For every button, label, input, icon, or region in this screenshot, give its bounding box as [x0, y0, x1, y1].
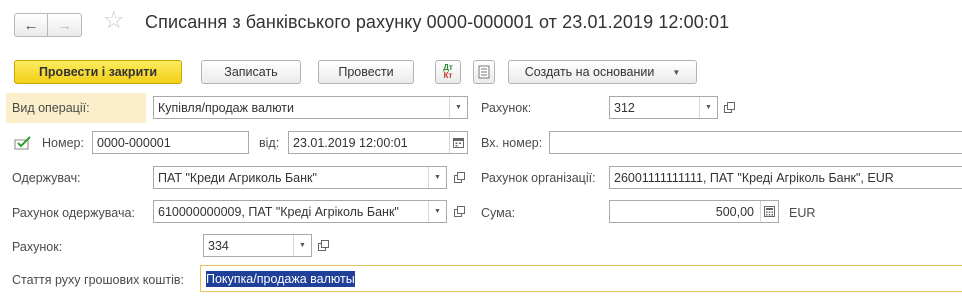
chevron-down-icon[interactable]: ▼ — [428, 167, 446, 188]
back-button[interactable]: ← — [14, 13, 48, 37]
favorite-star-icon[interactable]: ☆ — [103, 9, 125, 33]
recipient-account-select[interactable]: 610000000009, ПАТ "Креді Агріколь Банк" … — [153, 200, 447, 223]
operation-select[interactable]: Купівля/продаж валюти ▼ — [153, 96, 468, 119]
account-value: 334 — [208, 238, 229, 253]
recipient-account-value: 610000000009, ПАТ "Креді Агріколь Банк" — [158, 204, 399, 219]
open-icon — [454, 206, 465, 217]
org-account-select[interactable]: 26001111111111, ПАТ "Креді Агріколь Банк… — [609, 166, 962, 189]
operation-value: Купівля/продаж валюти — [158, 100, 294, 115]
chevron-down-icon[interactable]: ▼ — [428, 201, 446, 222]
date-value: 23.01.2019 12:00:01 — [293, 135, 408, 150]
arrow-left-icon: ← — [23, 16, 39, 34]
date-input[interactable]: 23.01.2019 12:00:01 — [288, 131, 468, 154]
forward-button[interactable]: → — [48, 13, 82, 37]
calendar-icon[interactable] — [449, 132, 467, 153]
posted-check-icon — [14, 136, 31, 150]
right-account-label: Рахунок: — [481, 101, 532, 115]
account-select[interactable]: 334 ▼ — [203, 234, 312, 257]
caret-down-icon: ▼ — [672, 67, 681, 77]
account-label: Рахунок: — [12, 240, 63, 254]
org-account-value: 26001111111111, ПАТ "Креді Агріколь Банк… — [614, 170, 894, 185]
open-icon — [454, 172, 465, 183]
right-account-select[interactable]: 312 ▼ — [609, 96, 718, 119]
open-recipient-button[interactable] — [450, 166, 469, 189]
post-button[interactable]: Провести — [318, 60, 414, 84]
open-account-button[interactable] — [314, 234, 333, 257]
report-button[interactable] — [473, 60, 495, 84]
page-title: Списання з банківського рахунку 0000-000… — [145, 12, 730, 32]
kt-label: Кт — [443, 71, 453, 80]
recipient-value: ПАТ "Креди Агриколь Банк" — [158, 170, 317, 185]
right-account-value: 312 — [614, 100, 635, 115]
amount-value: 500,00 — [715, 204, 754, 219]
incoming-number-label: Вх. номер: — [481, 136, 543, 150]
cashflow-label: Стаття руху грошових коштів: — [12, 273, 185, 287]
currency-label: EUR — [789, 206, 816, 220]
number-input[interactable]: 0000-000001 — [92, 131, 249, 154]
number-label: Номер: — [42, 136, 84, 150]
cashflow-value: Покупка/продажа валюты — [206, 270, 355, 287]
post-and-close-button[interactable]: Провести і закрити — [14, 60, 182, 84]
recipient-select[interactable]: ПАТ "Креди Агриколь Банк" ▼ — [153, 166, 447, 189]
chevron-down-icon[interactable]: ▼ — [699, 97, 717, 118]
open-icon — [318, 240, 329, 251]
amount-input[interactable]: 500,00 — [609, 200, 779, 223]
open-right-account-button[interactable] — [720, 96, 739, 119]
create-based-on-button[interactable]: Создать на основании ▼ — [508, 60, 697, 84]
number-value: 0000-000001 — [97, 135, 171, 150]
create-based-on-label: Создать на основании — [524, 65, 655, 79]
chevron-down-icon[interactable]: ▼ — [293, 235, 311, 256]
org-account-label: Рахунок організації: — [481, 171, 596, 185]
dt-kt-icon: Дт Кт — [443, 64, 453, 80]
open-icon — [724, 102, 735, 113]
calculator-icon[interactable] — [760, 201, 778, 222]
document-icon — [478, 65, 490, 79]
recipient-account-label: Рахунок одержувача: — [12, 206, 135, 220]
incoming-number-input[interactable] — [549, 131, 962, 154]
arrow-right-icon: → — [57, 16, 72, 34]
date-label: від: — [259, 136, 280, 150]
operation-label: Вид операції: — [12, 101, 90, 115]
open-recipient-account-button[interactable] — [450, 200, 469, 223]
chevron-down-icon[interactable]: ▼ — [449, 97, 467, 118]
cashflow-input[interactable]: Покупка/продажа валюты — [200, 265, 962, 292]
write-button[interactable]: Записать — [201, 60, 301, 84]
dt-kt-button[interactable]: Дт Кт — [435, 60, 461, 84]
recipient-label: Одержувач: — [12, 171, 81, 185]
amount-label: Сума: — [481, 206, 516, 220]
